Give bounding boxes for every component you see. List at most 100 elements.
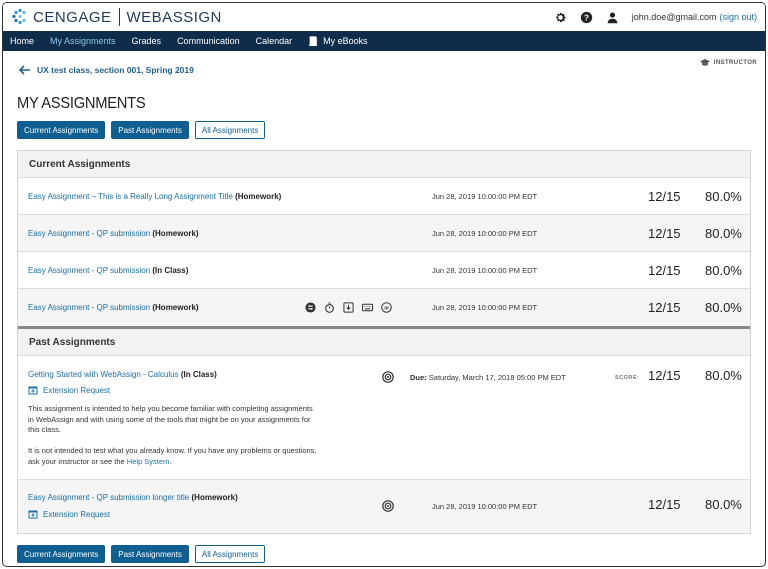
page-title: MY ASSIGNMENTS	[17, 95, 146, 112]
percent: 80.0%	[705, 225, 742, 241]
assignments-panel: Current Assignments Easy Assignment – Th…	[17, 150, 751, 534]
percent: 80.0%	[705, 188, 742, 204]
nav-home[interactable]: Home	[10, 36, 34, 46]
assignment-title: Easy Assignment - QP submission (Homewor…	[28, 229, 199, 238]
table-row: Easy Assignment - QP submission longer t…	[18, 480, 750, 533]
due-date: Jun 28, 2019 10:00:00 PM EDT	[432, 265, 538, 275]
score: 12/15	[648, 188, 681, 204]
brand-webassign: WEBASSIGN	[126, 8, 222, 26]
assignment-title: Easy Assignment – This is a Really Long …	[28, 192, 281, 201]
svg-text:IP: IP	[384, 305, 388, 310]
assignment-description: This assignment is intended to help you …	[28, 404, 313, 434]
past-assignments-button[interactable]: Past Assignments	[111, 545, 189, 563]
assignment-settings-icons: IP	[305, 302, 400, 313]
due-date: Jun 28, 2019 10:00:00 PM EDT	[432, 228, 538, 238]
due-date: Saturday, March 17, 2018 05:00 PM EDT	[428, 373, 566, 382]
current-assignments-button[interactable]: Current Assignments	[17, 545, 106, 563]
graduation-cap-icon	[699, 59, 710, 66]
main-nav: Home My Assignments Grades Communication…	[3, 31, 765, 51]
user-email: john.doe@gmail.com	[631, 12, 717, 22]
score: 12/15	[648, 225, 681, 241]
current-assignments-button[interactable]: Current Assignments	[17, 121, 106, 139]
help-text: It is not intended to test what you alre…	[28, 446, 317, 466]
assignment-link[interactable]: Easy Assignment - QP submission	[28, 229, 150, 238]
assignment-type: (Homework)	[152, 228, 199, 238]
app-window: CENGAGE WEBASSIGN ? john.doe@gmail.com (…	[2, 2, 766, 567]
nav-my-ebooks-label: My eBooks	[323, 36, 368, 46]
help-icon[interactable]: ?	[580, 10, 594, 24]
assignment-type: (Homework)	[235, 191, 282, 201]
percent: 80.0%	[705, 497, 742, 512]
score: 12/15	[648, 300, 681, 315]
nav-grades[interactable]: Grades	[132, 36, 162, 46]
nav-my-ebooks[interactable]: My eBooks	[308, 36, 368, 46]
table-row: Easy Assignment – This is a Really Long …	[18, 178, 750, 215]
past-section-heading: Past Assignments	[18, 329, 750, 356]
due-date: Jun 28, 2019 10:00:00 PM EDT	[432, 502, 538, 511]
assignment-link[interactable]: Easy Assignment – This is a Really Long …	[28, 192, 233, 201]
nav-communication[interactable]: Communication	[177, 36, 240, 46]
user-icon[interactable]	[606, 10, 620, 24]
score: 12/15	[648, 497, 681, 512]
table-row: Easy Assignment - QP submission (Homewor…	[18, 215, 750, 252]
nav-calendar[interactable]: Calendar	[256, 36, 293, 46]
instructor-label: INSTRUCTOR	[713, 60, 757, 66]
assignment-description-help: It is not intended to test what you alre…	[28, 446, 318, 467]
assignment-link[interactable]: Getting Started with WebAssign - Calculu…	[28, 370, 179, 379]
all-assignments-button[interactable]: All Assignments	[194, 545, 266, 563]
top-header: CENGAGE WEBASSIGN ? john.doe@gmail.com (…	[3, 3, 765, 31]
brand-divider	[118, 8, 120, 26]
calendar-plus-icon	[28, 510, 38, 519]
due-info: Due: Saturday, March 17, 2018 05:00 PM E…	[410, 373, 566, 382]
assignment-title: Easy Assignment - QP submission (In Clas…	[28, 266, 188, 275]
sign-out-link[interactable]: (sign out)	[719, 12, 757, 22]
current-section-heading: Current Assignments	[18, 151, 750, 178]
back-arrow-icon[interactable]	[19, 65, 31, 75]
target-icon[interactable]	[382, 500, 394, 512]
extension-request-label: Extension Request	[43, 509, 111, 519]
main-content: UX test class, section 001, Spring 2019 …	[3, 51, 765, 563]
assignment-type: (Homework)	[152, 303, 199, 312]
svg-text:?: ?	[584, 13, 589, 22]
logo[interactable]: CENGAGE WEBASSIGN	[11, 8, 222, 26]
assignment-link[interactable]: Easy Assignment - QP submission	[28, 303, 150, 312]
score-label: SCORE:	[615, 375, 640, 381]
keyboard-icon[interactable]	[362, 302, 373, 313]
settings-badge-icon[interactable]	[305, 302, 316, 313]
book-icon	[309, 36, 317, 46]
assignment-type: (In Class)	[180, 370, 217, 379]
score: 12/15	[648, 368, 681, 383]
due-date: Jun 28, 2019 10:00:00 PM EDT	[432, 303, 538, 312]
header-utilities: ? john.doe@gmail.com (sign out)	[554, 10, 757, 24]
table-row: Easy Assignment - QP submission (In Clas…	[18, 252, 750, 289]
assignment-link[interactable]: Easy Assignment - QP submission	[28, 266, 150, 275]
target-icon[interactable]	[382, 371, 394, 383]
table-row: Easy Assignment - QP submission (Homewor…	[18, 289, 750, 326]
assignment-type: (Homework)	[191, 493, 238, 502]
assignment-link[interactable]: Easy Assignment - QP submission longer t…	[28, 493, 189, 502]
calendar-plus-icon	[28, 386, 38, 395]
help-text-end: .	[169, 456, 172, 466]
breadcrumb: UX test class, section 001, Spring 2019	[17, 51, 751, 89]
filter-buttons-top: Current Assignments Past Assignments All…	[17, 121, 751, 139]
extension-request-label: Extension Request	[43, 385, 111, 395]
extension-request-link[interactable]: Extension Request	[28, 385, 110, 395]
assignment-title: Easy Assignment - QP submission (Homewor…	[28, 303, 199, 312]
filter-buttons-bottom: Current Assignments Past Assignments All…	[17, 545, 751, 563]
percent: 80.0%	[705, 262, 742, 278]
percent: 80.0%	[705, 368, 742, 383]
score: 12/15	[648, 262, 681, 278]
due-label: Due:	[410, 373, 427, 382]
extension-request-link[interactable]: Extension Request	[28, 509, 110, 519]
assignment-title: Getting Started with WebAssign - Calculu…	[28, 370, 217, 379]
timer-icon[interactable]	[324, 302, 335, 313]
nav-my-assignments[interactable]: My Assignments	[50, 36, 116, 46]
class-link[interactable]: UX test class, section 001, Spring 2019	[37, 65, 194, 75]
gear-icon[interactable]	[554, 10, 568, 24]
past-assignments-button[interactable]: Past Assignments	[111, 121, 189, 139]
download-icon[interactable]	[343, 302, 354, 313]
all-assignments-button[interactable]: All Assignments	[194, 121, 266, 139]
help-system-link[interactable]: Help System	[127, 457, 170, 466]
ip-icon[interactable]: IP	[381, 302, 392, 313]
percent: 80.0%	[705, 300, 742, 315]
